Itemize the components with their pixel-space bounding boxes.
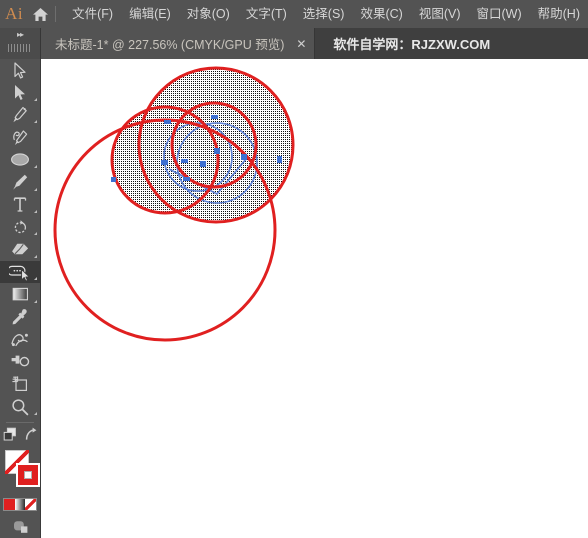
menu-type[interactable]: 文字(T)	[238, 3, 295, 26]
anchor-point	[181, 159, 188, 163]
flyout-indicator-icon	[34, 411, 37, 415]
document-tab[interactable]: 未标题-1* @ 227.56% (CMYK/GPU 预览) ✕	[41, 28, 316, 59]
menu-effect[interactable]: 效果(C)	[352, 3, 410, 26]
flyout-indicator-icon	[34, 165, 37, 169]
panel-collapse-button[interactable]: ▸▸	[0, 28, 41, 61]
change-screen-mode-button[interactable]	[0, 517, 40, 538]
menu-view[interactable]: 视图(V)	[411, 3, 469, 26]
anchor-point	[211, 115, 218, 119]
eyedropper-tool[interactable]	[0, 306, 40, 328]
promo-watermark: 软件自学网：RJZXW.COM	[333, 37, 491, 52]
panel-grip-icon	[8, 44, 32, 52]
flyout-indicator-icon	[34, 232, 37, 236]
flyout-indicator-icon	[34, 299, 37, 303]
ellipse-tool[interactable]	[0, 149, 40, 171]
anchor-point	[277, 156, 282, 163]
selection-tool[interactable]	[0, 59, 40, 81]
swap-fill-stroke-button[interactable]	[24, 427, 37, 446]
double-arrow-icon: ▸▸	[16, 30, 24, 39]
anchor-point	[214, 148, 220, 154]
anchor-point	[200, 161, 206, 167]
menubar-divider	[55, 6, 57, 22]
fill-stroke-swatches	[0, 449, 40, 492]
menu-help[interactable]: 帮助(H)	[530, 3, 588, 26]
direct-selection-tool[interactable]	[0, 81, 40, 103]
menu-file[interactable]: 文件(F)	[64, 3, 121, 26]
none-swatch-button[interactable]	[25, 499, 37, 511]
menu-window[interactable]: 窗口(W)	[469, 3, 530, 26]
anchor-point	[111, 177, 116, 182]
anchor-point	[164, 120, 171, 124]
gradient-tool[interactable]	[0, 283, 40, 305]
color-mode-swatches	[3, 498, 37, 512]
rotate-tool[interactable]	[0, 216, 40, 238]
artwork	[41, 59, 588, 538]
anchor-point	[241, 154, 247, 160]
menu-select[interactable]: 选择(S)	[295, 3, 353, 26]
anchor-point	[183, 177, 190, 181]
shape-builder-tool[interactable]	[0, 260, 40, 284]
type-tool[interactable]	[0, 194, 40, 216]
eraser-tool[interactable]	[0, 238, 40, 260]
home-icon[interactable]	[28, 0, 53, 28]
menu-edit[interactable]: 编辑(E)	[121, 3, 179, 26]
flyout-indicator-icon	[34, 97, 37, 101]
stroke-swatch-hole	[24, 471, 32, 480]
symbol-sprayer-tool[interactable]	[0, 350, 40, 372]
flyout-indicator-icon	[34, 120, 37, 124]
flyout-indicator-icon	[34, 254, 37, 258]
flyout-indicator-icon	[34, 209, 37, 213]
edit-toolbar-button[interactable]	[3, 427, 19, 447]
ai-logo: Ai	[5, 4, 24, 23]
stroke-swatch[interactable]	[16, 463, 40, 488]
selection-pattern-fill	[41, 59, 588, 538]
menu-items: 文件(F) 编辑(E) 对象(O) 文字(T) 选择(S) 效果(C) 视图(V…	[64, 3, 588, 26]
menu-bar: Ai 文件(F) 编辑(E) 对象(O) 文字(T) 选择(S) 效果(C) 视…	[0, 0, 588, 28]
document-tab-bar: ▸▸ 未标题-1* @ 227.56% (CMYK/GPU 预览) ✕ 软件自学…	[0, 28, 588, 61]
tools-panel	[0, 59, 41, 538]
anchor-point	[161, 160, 168, 165]
document-tab-title: 未标题-1* @ 227.56% (CMYK/GPU 预览)	[55, 38, 285, 52]
blend-tool[interactable]	[0, 328, 40, 350]
curvature-tool[interactable]	[0, 126, 40, 148]
artboard-tool[interactable]	[0, 373, 40, 395]
gradient-swatch-button[interactable]	[14, 499, 26, 511]
paintbrush-tool[interactable]	[0, 171, 40, 193]
pen-tool[interactable]	[0, 104, 40, 126]
zoom-tool[interactable]	[0, 395, 40, 417]
document-canvas[interactable]	[41, 59, 588, 538]
menu-object[interactable]: 对象(O)	[179, 3, 238, 26]
flyout-indicator-icon	[34, 187, 37, 191]
close-icon[interactable]: ✕	[294, 37, 308, 51]
illustrator-window: Ai 文件(F) 编辑(E) 对象(O) 文字(T) 选择(S) 效果(C) 视…	[0, 0, 588, 538]
toolbar-divider	[6, 421, 34, 423]
flyout-indicator-icon	[34, 277, 37, 281]
color-swatch-button[interactable]	[4, 499, 15, 511]
